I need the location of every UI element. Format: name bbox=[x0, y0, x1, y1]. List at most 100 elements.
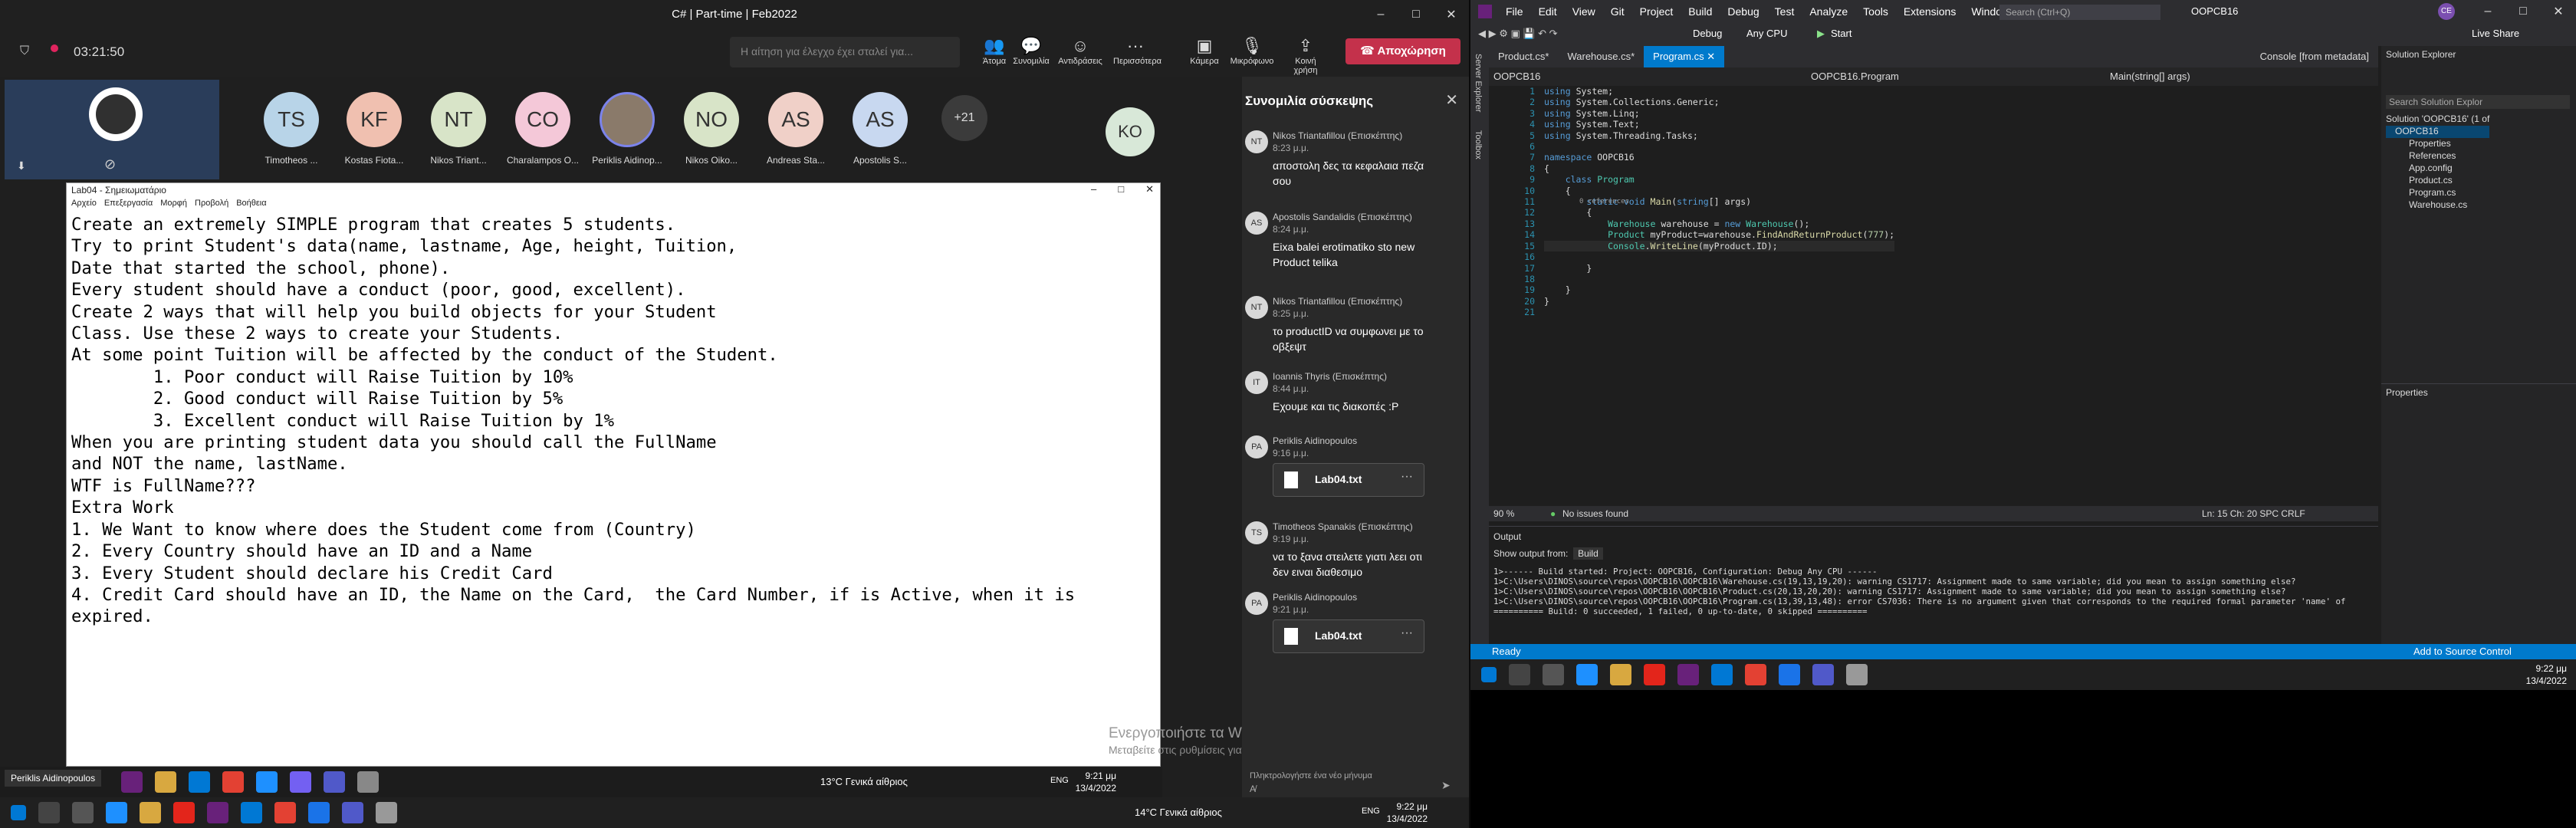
menu-item-file[interactable]: File bbox=[1506, 5, 1523, 18]
solution-tree-item[interactable]: Solution 'OOPCB16' (1 of bbox=[2386, 113, 2489, 126]
mic-button[interactable]: 🎙 Μικρόφωνο bbox=[1230, 35, 1274, 66]
close-icon[interactable]: ✕ bbox=[1434, 0, 1469, 29]
leave-button[interactable]: ☎ Αποχώρηση bbox=[1346, 38, 1460, 64]
minimize-icon[interactable]: – bbox=[1363, 0, 1398, 29]
toolbar-icons[interactable]: ◀ ▶ ⚙ ▣ 💾 ↶ ↷ bbox=[1478, 28, 1558, 40]
chat-button[interactable]: 💬 Συνομιλία bbox=[1009, 35, 1053, 66]
start-icon[interactable]: ▶ bbox=[1817, 28, 1825, 40]
menu-item-tools[interactable]: Tools bbox=[1863, 5, 1888, 18]
more-icon[interactable]: ··· bbox=[1401, 626, 1413, 640]
output-source-dropdown[interactable]: Build bbox=[1573, 547, 1603, 560]
maximize-icon[interactable]: □ bbox=[2505, 0, 2541, 23]
start-icon[interactable] bbox=[1481, 667, 1497, 682]
task-view-icon[interactable] bbox=[1543, 664, 1564, 685]
chrome-app-icon[interactable] bbox=[1745, 664, 1766, 685]
participant-tile[interactable]: KF Kostas Fiota... bbox=[336, 92, 412, 166]
start-icon[interactable] bbox=[11, 805, 26, 820]
participant-tile[interactable]: Periklis Aidinop... bbox=[589, 92, 665, 166]
menu-edit[interactable]: Επεξεργασία bbox=[104, 199, 153, 209]
vs-search-input[interactable]: Search (Ctrl+Q) bbox=[1999, 5, 2160, 20]
taskbar-clock[interactable]: 9:21 μμ 13/4/2022 bbox=[1073, 770, 1116, 794]
taskbar-clock[interactable]: 9:22 μμ 13/4/2022 bbox=[2521, 662, 2567, 687]
participant-tile[interactable]: TS Timotheos ... bbox=[253, 92, 330, 166]
maximize-icon[interactable]: □ bbox=[1398, 0, 1434, 29]
share-button[interactable]: ⇪ Κοινή χρήση bbox=[1283, 35, 1328, 75]
tab-console-metadata[interactable]: Console [from metadata] bbox=[2251, 46, 2378, 67]
vs-app-icon[interactable] bbox=[207, 802, 228, 823]
edge-app-icon[interactable] bbox=[1576, 664, 1598, 685]
taskbar-clock[interactable]: 9:22 μμ 13/4/2022 bbox=[1385, 800, 1428, 825]
solution-search-input[interactable]: Search Solution Explor bbox=[2386, 95, 2570, 109]
explorer-app-icon[interactable] bbox=[140, 802, 161, 823]
source-control-button[interactable]: Add to Source Control bbox=[2413, 646, 2512, 657]
menu-item-git[interactable]: Git bbox=[1611, 5, 1625, 18]
menu-file[interactable]: Αρχείο bbox=[71, 199, 97, 209]
notepad-text-area[interactable]: Create an extremely SIMPLE program that … bbox=[67, 211, 1160, 631]
issues-status[interactable]: No issues found bbox=[1562, 508, 1628, 519]
code-editor[interactable]: 1 2 3 4 5 6 7 8 9 10 11 12 13 14 15 16 17 18 19 20 21 using … bbox=[1489, 86, 2371, 500]
participant-tile[interactable]: CO Charalampos O... bbox=[504, 92, 581, 166]
member-dropdown[interactable]: Main(string[] args) bbox=[2110, 71, 2190, 82]
maximize-icon[interactable]: □ bbox=[1118, 183, 1124, 196]
vscode-app-icon[interactable] bbox=[1711, 664, 1733, 685]
server-explorer-tab[interactable]: Server Explorer bbox=[1474, 54, 1483, 112]
compose-input[interactable]: Πληκτρολογήστε ένα νέο μήνυμα bbox=[1250, 771, 1434, 780]
solution-tree-item[interactable]: App.config bbox=[2386, 163, 2489, 175]
teams-app-icon[interactable] bbox=[1812, 664, 1834, 685]
vscode-app-icon[interactable] bbox=[241, 802, 262, 823]
opera-app-icon[interactable] bbox=[1644, 664, 1665, 685]
menu-item-project[interactable]: Project bbox=[1640, 5, 1674, 18]
class-dropdown[interactable]: OOPCB16.Program bbox=[1811, 71, 1899, 82]
close-icon[interactable]: ✕ bbox=[2541, 0, 2576, 23]
vscode-app-icon[interactable] bbox=[189, 771, 210, 793]
app-icon[interactable] bbox=[308, 802, 330, 823]
participant-tile[interactable]: NT Nikos Triant... bbox=[420, 92, 497, 166]
config-dropdown[interactable]: Debug bbox=[1693, 28, 1722, 39]
weather-widget[interactable]: 13°C Γενικά αίθριος bbox=[820, 776, 908, 787]
solution-tree-item[interactable]: Warehouse.cs bbox=[2386, 199, 2489, 212]
tab-warehouse[interactable]: Warehouse.cs* bbox=[1558, 46, 1644, 67]
menu-item-analyze[interactable]: Analyze bbox=[1809, 5, 1848, 18]
file-attachment[interactable]: Lab04.txt ··· bbox=[1273, 619, 1424, 653]
menu-item-edit[interactable]: Edit bbox=[1539, 5, 1557, 18]
menu-help[interactable]: Βοήθεια bbox=[236, 199, 266, 209]
output-text[interactable]: 1>------ Build started: Project: OOPCB16… bbox=[1493, 567, 2375, 616]
minimize-icon[interactable]: – bbox=[2470, 0, 2505, 23]
close-icon[interactable]: ✕ bbox=[1145, 183, 1154, 196]
more-icon[interactable]: ··· bbox=[1401, 470, 1413, 484]
explorer-app-icon[interactable] bbox=[1610, 664, 1631, 685]
vs-app-icon[interactable] bbox=[121, 771, 143, 793]
edge-app-icon[interactable] bbox=[256, 771, 278, 793]
tab-program[interactable]: Program.cs ✕ bbox=[1644, 46, 1725, 67]
tab-product[interactable]: Product.cs* bbox=[1489, 46, 1558, 67]
participant-tile[interactable]: AS Andreas Sta... bbox=[757, 92, 834, 166]
notepad-app-icon[interactable] bbox=[357, 771, 379, 793]
participant-tile[interactable]: AS Apostolis S... bbox=[842, 92, 918, 166]
camera-button[interactable]: ▣ Κάμερα bbox=[1182, 35, 1227, 66]
close-icon[interactable]: ✕ bbox=[1445, 90, 1458, 110]
teams-app-icon[interactable] bbox=[342, 802, 363, 823]
live-share-button[interactable]: Live Share bbox=[2472, 28, 2519, 39]
platform-dropdown[interactable]: Any CPU bbox=[1746, 28, 1787, 39]
more-participants-button[interactable]: +21 bbox=[926, 92, 1003, 141]
toolbox-tab[interactable]: Toolbox bbox=[1474, 130, 1483, 159]
menu-item-view[interactable]: View bbox=[1572, 5, 1595, 18]
language-indicator[interactable]: ENG bbox=[1050, 776, 1069, 785]
app-icon[interactable] bbox=[1779, 664, 1800, 685]
chrome-app-icon[interactable] bbox=[274, 802, 296, 823]
obs-app-icon[interactable] bbox=[376, 802, 397, 823]
language-indicator[interactable]: ENG bbox=[1362, 807, 1380, 816]
obs-app-icon[interactable] bbox=[1846, 664, 1868, 685]
search-icon[interactable] bbox=[38, 802, 60, 823]
menu-format[interactable]: Μορφή bbox=[160, 199, 187, 209]
viber-app-icon[interactable] bbox=[290, 771, 311, 793]
more-button[interactable]: ··· Περισσότερα bbox=[1113, 35, 1162, 66]
meeting-search-input[interactable]: Η αίτηση για έλεγχο έχει σταλεί για... bbox=[730, 37, 960, 67]
participant-tile[interactable]: NO Nikos Oiko... bbox=[673, 92, 750, 166]
opera-app-icon[interactable] bbox=[173, 802, 195, 823]
format-icon[interactable]: A̸ bbox=[1250, 784, 1256, 794]
edge-app-icon[interactable] bbox=[106, 802, 127, 823]
explorer-app-icon[interactable] bbox=[155, 771, 176, 793]
solution-tree-item[interactable]: Properties bbox=[2386, 138, 2489, 150]
minimize-icon[interactable]: – bbox=[1091, 183, 1096, 196]
